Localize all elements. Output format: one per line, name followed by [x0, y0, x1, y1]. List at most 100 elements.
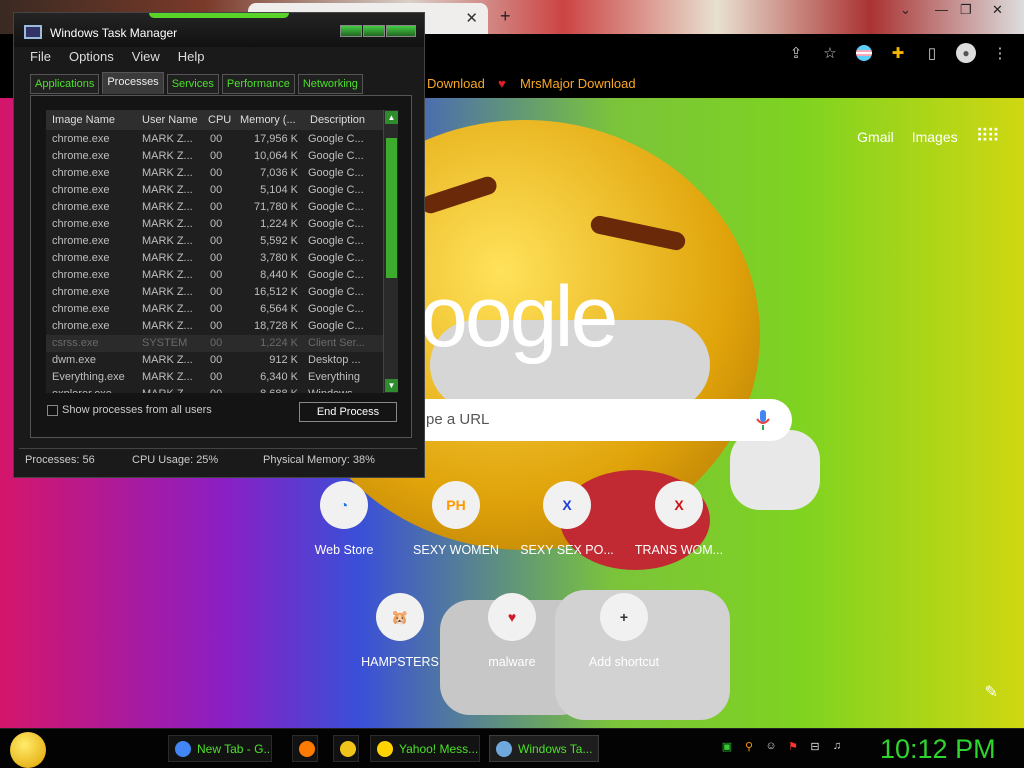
shortcut-tile[interactable]: + Add shortcut — [568, 593, 680, 669]
tray-messenger-icon[interactable]: ☺ — [764, 739, 778, 753]
table-row[interactable]: explorer.exe MARK Z... 00 8,688 K Windows ..… — [46, 386, 383, 393]
tray-volume-icon[interactable]: ♫ — [830, 739, 844, 753]
tab-close-icon[interactable]: ✕ — [465, 9, 478, 27]
table-row[interactable]: chrome.exe MARK Z... 00 10,064 K Google C... — [46, 148, 383, 165]
tab-applications[interactable]: Applications — [30, 74, 100, 94]
voice-search-icon[interactable] — [756, 409, 770, 431]
cell-description: Google C... — [308, 252, 364, 264]
images-link[interactable]: Images — [912, 129, 958, 145]
table-row[interactable]: csrss.exe SYSTEM 00 1,224 K Client Ser... — [46, 335, 383, 352]
flag-extension-icon[interactable] — [854, 43, 874, 63]
sidepanel-icon[interactable]: ▯ — [922, 43, 942, 63]
table-row[interactable]: chrome.exe MARK Z... 00 71,780 K Google C... — [46, 199, 383, 216]
shortcut-tile[interactable]: 🐹 HAMPSTERS — [344, 593, 456, 669]
menu-help[interactable]: Help — [178, 49, 205, 64]
smiley-hand — [730, 430, 820, 510]
extensions-puzzle-icon[interactable]: ✚ — [888, 43, 908, 63]
taskbar-button[interactable]: New Tab - G... — [168, 735, 272, 762]
table-row[interactable]: chrome.exe MARK Z... 00 17,956 K Google C... — [46, 131, 383, 148]
taskbar-button[interactable] — [333, 735, 359, 762]
table-row[interactable]: chrome.exe MARK Z... 00 5,592 K Google C... — [46, 233, 383, 250]
table-row[interactable]: chrome.exe MARK Z... 00 6,564 K Google C... — [46, 301, 383, 318]
cell-memory: 6,340 K — [260, 371, 298, 383]
table-row[interactable]: chrome.exe MARK Z... 00 5,104 K Google C... — [46, 182, 383, 199]
column-memory[interactable]: Memory (... — [240, 114, 296, 126]
tray-monitor-icon[interactable]: ▣ — [720, 739, 734, 753]
tray-network-icon[interactable]: ⊟ — [808, 739, 822, 753]
table-row[interactable]: Everything.exe MARK Z... 00 6,340 K Everythi… — [46, 369, 383, 386]
table-row[interactable]: chrome.exe MARK Z... 00 8,440 K Google C... — [46, 267, 383, 284]
close-button[interactable] — [386, 25, 416, 37]
taskbar-button[interactable]: Windows Ta... — [489, 735, 599, 762]
taskbar-button[interactable]: Yahoo! Mess... — [370, 735, 480, 762]
tab-networking[interactable]: Networking — [297, 74, 363, 94]
new-tab-button[interactable]: + — [500, 6, 511, 27]
cell-memory: 7,036 K — [260, 167, 298, 179]
column-cpu[interactable]: CPU — [208, 114, 231, 126]
bookmark-mrsmajor-download[interactable]: MrsMajor Download — [520, 76, 636, 91]
show-all-processes[interactable]: Show processes from all users — [47, 404, 212, 416]
scroll-thumb[interactable] — [386, 138, 397, 278]
start-smiley-icon[interactable] — [10, 732, 46, 768]
table-row[interactable]: chrome.exe MARK Z... 00 16,512 K Google C... — [46, 284, 383, 301]
minimize-button[interactable] — [340, 25, 362, 37]
scroll-down-icon[interactable]: ▼ — [385, 379, 398, 392]
table-row[interactable]: chrome.exe MARK Z... 00 7,036 K Google C... — [46, 165, 383, 182]
table-row[interactable]: dwm.exe MARK Z... 00 912 K Desktop ... — [46, 352, 383, 369]
task-manager-titlebar[interactable]: Windows Task Manager — [14, 13, 424, 47]
cell-cpu: 00 — [210, 252, 223, 264]
table-row[interactable]: chrome.exe MARK Z... 00 1,224 K Google C... — [46, 216, 383, 233]
column-description[interactable]: Description — [310, 114, 365, 126]
table-row[interactable]: chrome.exe MARK Z... 00 18,728 K Google C... — [46, 318, 383, 335]
minimize-button[interactable]: — — [935, 2, 948, 17]
shortcut-tile[interactable]: PH SEXY WOMEN — [400, 481, 512, 557]
cell-user-name: MARK Z... — [142, 201, 193, 213]
folder-icon — [340, 740, 356, 757]
window-controls — [340, 25, 416, 37]
cell-image-name: chrome.exe — [52, 167, 110, 179]
menu-file[interactable]: File — [30, 49, 51, 64]
task-manager-icon — [24, 25, 42, 39]
menu-kebab-icon[interactable]: ⋮ — [990, 43, 1010, 63]
menu-options[interactable]: Options — [69, 49, 114, 64]
shortcut-tile[interactable]: ◔ Web Store — [288, 481, 400, 557]
cell-memory: 18,728 K — [253, 320, 298, 332]
apps-grid-icon[interactable]: ⠿⠿ — [976, 126, 1000, 147]
taskbar-clock[interactable]: 10:12 PM — [880, 734, 996, 765]
heart-bookmark-icon: ♥ — [498, 76, 506, 91]
tray-action-center-icon[interactable]: ⚑ — [786, 739, 800, 753]
table-row[interactable]: chrome.exe MARK Z... 00 3,780 K Google C... — [46, 250, 383, 267]
taskbar-button[interactable] — [292, 735, 318, 762]
tab-processes[interactable]: Processes — [102, 72, 164, 94]
tab-services[interactable]: Services — [166, 74, 219, 94]
gmail-link[interactable]: Gmail — [857, 129, 894, 145]
end-process-button[interactable]: End Process — [299, 402, 397, 422]
maximize-button[interactable]: ❐ — [960, 2, 972, 18]
column-user-name[interactable]: User Name — [142, 114, 198, 126]
yahoo-messenger-icon — [377, 740, 393, 757]
cell-description: Google C... — [308, 286, 364, 298]
customize-pencil-icon[interactable]: ✎ — [985, 682, 998, 702]
shortcut-tile[interactable]: ♥ malware — [456, 593, 568, 669]
cell-cpu: 00 — [210, 320, 223, 332]
close-window-button[interactable]: ✕ — [992, 2, 1003, 18]
shortcut-tile[interactable]: X TRANS WOM... — [623, 481, 735, 557]
shortcut-tile[interactable]: X SEXY SEX PO... — [511, 481, 623, 557]
bookmark-star-icon[interactable]: ☆ — [820, 43, 840, 63]
show-all-checkbox[interactable] — [47, 404, 58, 416]
bookmark-download[interactable]: Download — [427, 76, 485, 91]
tray-search-icon[interactable]: ⚲ — [742, 739, 756, 753]
tab-performance[interactable]: Performance — [221, 74, 295, 94]
share-icon[interactable]: ⇪ — [786, 43, 806, 63]
table-scrollbar[interactable]: ▲ ▼ — [383, 110, 398, 393]
maximize-button[interactable] — [363, 25, 385, 37]
shortcut-label: Add shortcut — [588, 655, 660, 669]
cell-description: Google C... — [308, 133, 364, 145]
column-image-name[interactable]: Image Name — [52, 114, 115, 126]
scroll-up-icon[interactable]: ▲ — [385, 111, 398, 124]
cell-image-name: chrome.exe — [52, 320, 110, 332]
menu-view[interactable]: View — [132, 49, 160, 64]
tab-search-icon[interactable]: ⌄ — [900, 2, 911, 18]
profile-avatar-icon[interactable]: ● — [956, 42, 976, 63]
cell-user-name: MARK Z... — [142, 184, 193, 196]
